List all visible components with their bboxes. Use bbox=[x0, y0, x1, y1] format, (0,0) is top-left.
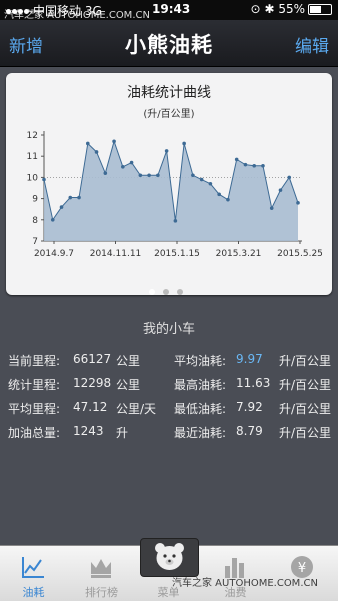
data-point bbox=[199, 177, 204, 182]
tab-label: 油耗 bbox=[22, 586, 45, 599]
x-tick-label: 2014.9.7 bbox=[34, 249, 74, 259]
data-point bbox=[156, 173, 160, 178]
data-point bbox=[85, 141, 90, 146]
menu-button[interactable] bbox=[140, 538, 199, 577]
data-point bbox=[121, 165, 125, 169]
x-tick-label: 2015.1.15 bbox=[154, 249, 200, 259]
y-tick-label: 10 bbox=[27, 173, 39, 183]
chart-subtitle: (升/百公里) bbox=[143, 108, 194, 120]
stat-row: 统计里程: 12298 公里 最高油耗: 11.63 升/百公里 bbox=[8, 376, 332, 394]
battery-percent: 55% bbox=[278, 2, 305, 16]
stat-value: 66127 bbox=[73, 352, 112, 366]
stat-label: 最近油耗: bbox=[174, 426, 227, 440]
data-point bbox=[129, 160, 134, 165]
data-point bbox=[68, 195, 73, 200]
y-tick-label: 12 bbox=[27, 131, 38, 141]
stat-unit: 升/百公里 bbox=[279, 354, 332, 368]
tab-label: 排行榜 bbox=[85, 586, 118, 599]
y-tick-label: 9 bbox=[32, 195, 38, 205]
page-indicator[interactable] bbox=[145, 280, 187, 299]
stat-unit: 升/百公里 bbox=[279, 378, 332, 392]
y-tick-label: 11 bbox=[27, 152, 38, 162]
data-point bbox=[42, 177, 46, 182]
fuel-chart-card[interactable]: 油耗统计曲线 (升/百公里) 7 8 9 10 11 12 2014.9.7 2014.11.… bbox=[6, 73, 332, 295]
data-point bbox=[94, 150, 99, 154]
edit-button[interactable]: 编辑 bbox=[295, 32, 329, 57]
fuel-consumption-chart: 油耗统计曲线 (升/百公里) 7 8 9 10 11 12 2014.9.7 2014.11.… bbox=[27, 85, 323, 259]
stat-value: 9.97 bbox=[236, 352, 263, 366]
data-point bbox=[191, 173, 195, 178]
data-point bbox=[287, 175, 292, 180]
stat-value: 1243 bbox=[73, 424, 104, 438]
stat-unit: 公里 bbox=[116, 354, 141, 368]
data-point bbox=[296, 201, 300, 205]
y-tick-label: 8 bbox=[32, 216, 38, 226]
battery-icon bbox=[308, 4, 332, 15]
data-point bbox=[243, 162, 248, 167]
data-point bbox=[103, 171, 108, 175]
tab-fuel-consumption[interactable]: 油耗 bbox=[0, 546, 67, 601]
x-tick-label: 2015.5.25 bbox=[277, 249, 323, 259]
stat-unit: 公里/天 bbox=[116, 402, 157, 416]
page-dot[interactable] bbox=[163, 289, 169, 295]
line-chart-icon bbox=[22, 557, 44, 578]
data-point bbox=[182, 141, 186, 146]
status-time: 19:43 bbox=[152, 2, 191, 16]
data-point bbox=[261, 163, 265, 168]
page-dot[interactable] bbox=[177, 289, 183, 295]
stat-value: 7.92 bbox=[236, 400, 263, 414]
stat-value: 8.79 bbox=[236, 424, 263, 438]
y-tick-label: 7 bbox=[32, 237, 38, 247]
stat-label: 最高油耗: bbox=[174, 378, 227, 392]
x-tick-label: 2015.3.21 bbox=[216, 249, 262, 259]
tab-ranking[interactable]: 排行榜 bbox=[68, 546, 135, 601]
watermark-top: 汽车之家 AUTOHOME.COM.CN bbox=[4, 10, 150, 21]
data-point bbox=[226, 197, 230, 202]
data-point bbox=[164, 149, 169, 153]
stat-unit: 升/百公里 bbox=[279, 426, 332, 440]
data-point bbox=[269, 206, 274, 210]
stat-value: 11.63 bbox=[236, 376, 271, 390]
data-point bbox=[217, 192, 221, 197]
stat-unit: 升/百公里 bbox=[279, 402, 332, 416]
my-car-title: 我的小车 bbox=[142, 322, 195, 337]
data-point bbox=[138, 173, 143, 178]
stat-unit: 升 bbox=[116, 426, 129, 440]
bluetooth-icon: ✱ bbox=[264, 2, 275, 16]
crown-icon bbox=[91, 559, 111, 578]
navigation-bar: 新增 小熊油耗 编辑 bbox=[0, 20, 338, 67]
data-point bbox=[147, 173, 151, 178]
watermark-bottom: 汽车之家 AUTOHOME.COM.CN bbox=[172, 578, 318, 589]
data-point bbox=[252, 163, 257, 168]
stat-row: 加油总量: 1243 升 最近油耗: 8.79 升/百公里 bbox=[8, 424, 332, 442]
stat-label: 最低油耗: bbox=[174, 402, 227, 416]
data-point bbox=[59, 205, 64, 209]
stat-value: 47.12 bbox=[73, 400, 108, 414]
stat-label: 统计里程: bbox=[8, 378, 61, 392]
stat-label: 平均油耗: bbox=[174, 354, 227, 368]
data-point bbox=[112, 139, 116, 144]
lock-rotation-icon: ⊙ bbox=[250, 2, 261, 16]
data-point bbox=[50, 218, 55, 222]
stat-label: 加油总量: bbox=[8, 426, 61, 440]
stat-label: 当前里程: bbox=[8, 354, 61, 368]
stat-value: 12298 bbox=[73, 376, 112, 390]
bear-icon bbox=[155, 543, 184, 570]
data-point bbox=[173, 219, 178, 223]
data-point bbox=[77, 195, 81, 200]
stat-row: 平均里程: 47.12 公里/天 最低油耗: 7.92 升/百公里 bbox=[8, 400, 332, 418]
area-fill bbox=[44, 141, 298, 241]
stat-label: 平均里程: bbox=[8, 402, 61, 416]
page-title: 小熊油耗 bbox=[125, 33, 213, 57]
data-point bbox=[208, 181, 213, 186]
stat-row: 当前里程: 66127 公里 平均油耗: 9.97 升/百公里 bbox=[8, 352, 332, 370]
x-tick-label: 2014.11.11 bbox=[90, 249, 142, 259]
battery-status: ⊙ ✱ 55% bbox=[251, 2, 332, 16]
chart-title: 油耗统计曲线 bbox=[127, 85, 211, 101]
page-dot[interactable] bbox=[149, 289, 155, 295]
stat-unit: 公里 bbox=[116, 378, 141, 392]
data-point bbox=[234, 157, 239, 162]
data-point bbox=[278, 188, 283, 192]
